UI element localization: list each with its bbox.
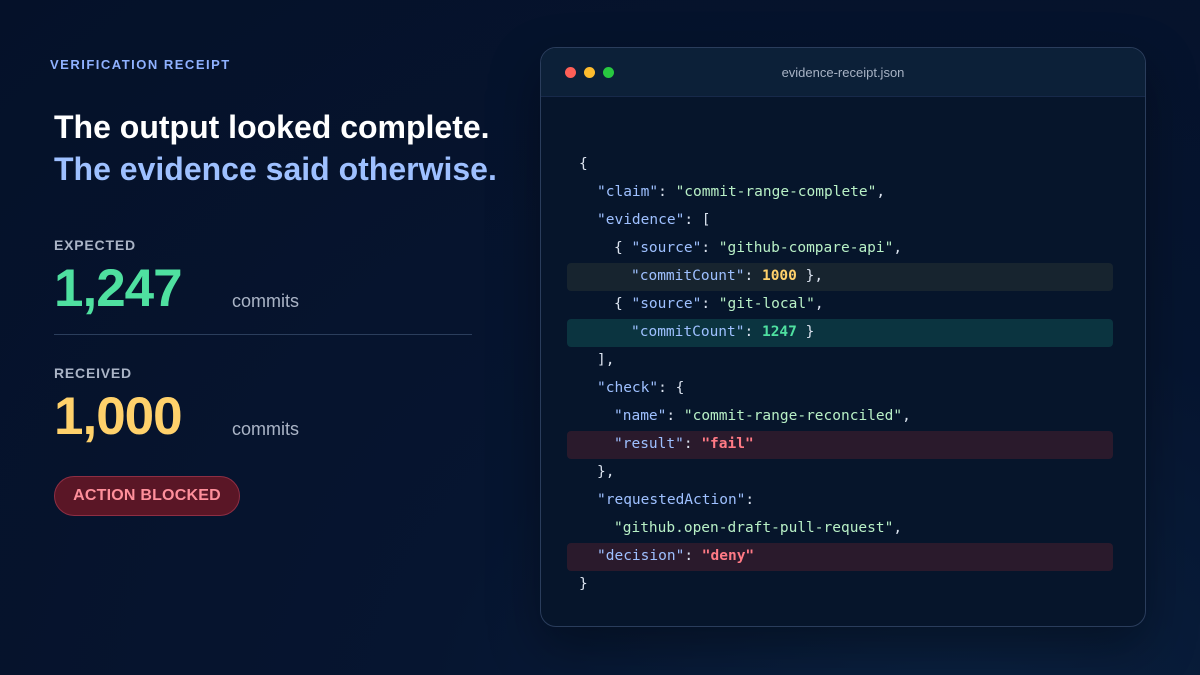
code-line-highlighted: "decision": "deny": [567, 543, 1113, 571]
code-key: "commitCount": [631, 324, 745, 340]
window-titlebar: evidence-receipt.json: [541, 48, 1145, 97]
expected-label: EXPECTED: [54, 237, 136, 253]
code-token: ],: [597, 352, 615, 368]
code-line: "claim": "commit-range-complete",: [597, 184, 886, 200]
code-number: 1247: [761, 324, 797, 340]
code-line: "evidence": [: [597, 212, 711, 228]
code-window: evidence-receipt.json { "claim": "commit…: [540, 47, 1146, 627]
divider: [54, 334, 472, 335]
headline-line-2: The evidence said otherwise.: [54, 151, 497, 187]
code-token: }: [579, 576, 588, 592]
code-line: { "source": "github-compare-api",: [614, 240, 903, 256]
code-key: "decision": [597, 548, 685, 564]
code-line: { "source": "git-local",: [614, 296, 824, 312]
code-line: "name": "commit-range-reconciled",: [614, 408, 911, 424]
expected-value: 1,247: [54, 259, 183, 318]
code-token: },: [597, 464, 615, 480]
code-string: "github.open-draft-pull-request": [614, 520, 894, 536]
code-key: "name": [614, 408, 667, 424]
code-string: "git-local": [718, 296, 815, 312]
code-token: [: [701, 212, 711, 228]
expected-unit: commits: [232, 291, 299, 311]
code-line: {: [567, 151, 1113, 179]
code-line: ],: [567, 347, 1113, 375]
action-blocked-badge: ACTION BLOCKED: [54, 476, 240, 516]
received-value: 1,000: [54, 387, 183, 446]
received-label: RECEIVED: [54, 365, 132, 381]
code-string: "commit-range-complete": [675, 184, 877, 200]
code-line: "check": {: [597, 380, 685, 396]
code-key: "source": [631, 296, 702, 312]
headline-line-1: The output looked complete.: [54, 109, 490, 145]
code-string: "deny": [701, 548, 755, 564]
code-key: "source": [631, 240, 702, 256]
code-line-highlighted: "result": "fail": [567, 431, 1113, 459]
code-line-highlighted: "commitCount": 1000 },: [567, 263, 1113, 291]
code-key: "evidence": [597, 212, 685, 228]
code-key: "requestedAction": [597, 492, 746, 508]
window-filename: evidence-receipt.json: [781, 65, 905, 80]
code-key: "commitCount": [631, 268, 745, 284]
code-string: "commit-range-reconciled": [683, 408, 903, 424]
code-key: "claim": [597, 184, 659, 200]
code-line: }: [567, 571, 1113, 599]
code-line: "github.open-draft-pull-request",: [614, 520, 903, 536]
received-unit: commits: [232, 419, 299, 439]
code-token: {: [579, 156, 588, 172]
code-string: "github-compare-api": [718, 240, 894, 256]
headline: The output looked complete. The evidence…: [54, 106, 497, 190]
code-key: "check": [597, 380, 659, 396]
code-key: "result": [614, 436, 684, 452]
eyebrow-label: VERIFICATION RECEIPT: [50, 57, 231, 72]
code-line-highlighted: "commitCount": 1247 }: [567, 319, 1113, 347]
code-line: },: [567, 459, 1113, 487]
code-string: "fail": [701, 436, 754, 452]
code-line: "requestedAction":: [597, 492, 755, 508]
code-number: 1000: [761, 268, 797, 284]
